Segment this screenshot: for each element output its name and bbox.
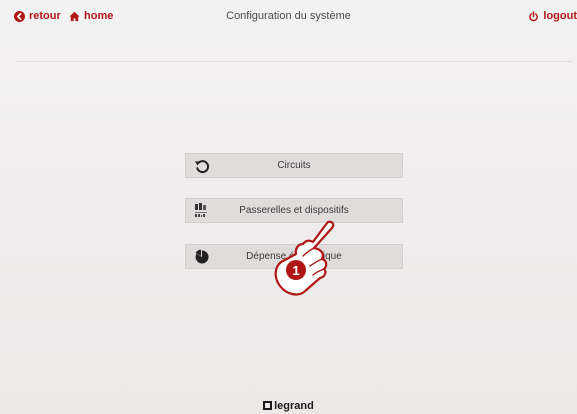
pointing-hand-icon: 1 [268,218,338,296]
top-navigation-bar: retour home Configuration du système log… [0,0,577,34]
circuits-button[interactable]: Circuits [185,153,403,178]
step-number: 1 [292,263,299,278]
gateways-devices-label: Passerelles et dispositifs [239,205,349,216]
logout-label: logout [543,10,577,22]
system-config-screen: retour home Configuration du système log… [0,0,577,414]
power-icon [528,10,539,22]
header-divider [16,61,572,62]
legrand-logo: legrand [0,400,577,412]
brand-label: legrand [274,400,314,412]
circuits-label: Circuits [277,160,311,171]
legrand-logo-mark [263,401,273,410]
page-title: Configuration du système [226,10,351,22]
logout-button[interactable]: logout [528,9,577,23]
